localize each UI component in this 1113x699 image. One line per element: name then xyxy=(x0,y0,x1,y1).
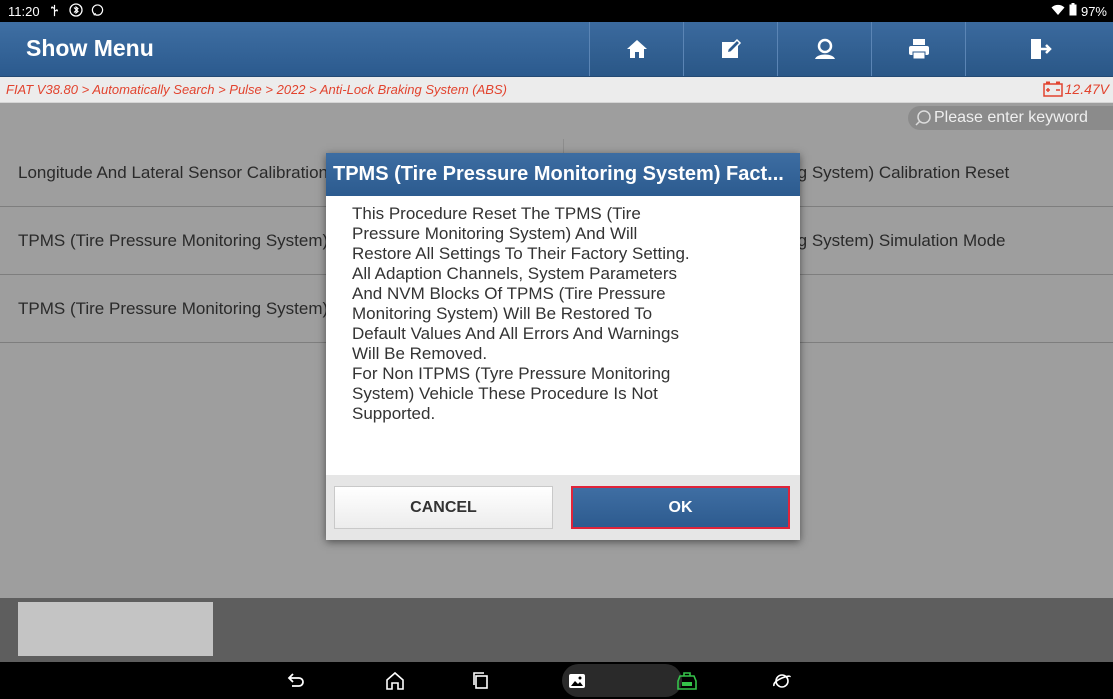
menu-item-label: Longitude And Lateral Sensor Calibration xyxy=(18,162,328,182)
dialog-title: TPMS (Tire Pressure Monitoring System) F… xyxy=(326,153,800,196)
dialog-footer: CANCEL OK xyxy=(326,475,800,540)
home-icon xyxy=(386,671,404,690)
dialog-line: For Non ITPMS (Tyre Pressure Monitoring xyxy=(352,364,671,383)
search-row: Please enter keyword xyxy=(0,103,1113,133)
system-nav-bar xyxy=(0,662,1113,699)
dialog-line: Pressure Monitoring System) And Will xyxy=(352,224,638,243)
user-button[interactable] xyxy=(777,22,873,76)
vci-icon xyxy=(677,671,697,690)
car-battery-icon xyxy=(1042,81,1063,97)
edit-report-button[interactable] xyxy=(683,22,779,76)
dialog-line: Restore All Settings To Their Factory Se… xyxy=(352,244,690,263)
voltage-display: 12.47V xyxy=(1042,81,1109,97)
dialog-line: And NVM Blocks Of TPMS (Tire Pressure xyxy=(352,284,666,303)
voltage-value: 12.47V xyxy=(1064,81,1109,97)
dialog-line: System) Vehicle These Procedure Is Not xyxy=(352,384,658,403)
browser-icon xyxy=(773,673,791,688)
ok-button[interactable]: OK xyxy=(571,486,790,529)
usb-debug-icon xyxy=(48,4,61,20)
gallery-icon xyxy=(569,673,585,688)
dialog-line: Supported. xyxy=(352,404,436,423)
user-icon xyxy=(815,38,835,59)
breadcrumb: FIAT V38.80 > Automatically Search > Pul… xyxy=(6,82,507,97)
exit-button[interactable] xyxy=(965,22,1113,76)
nav-back-button[interactable] xyxy=(265,662,325,699)
dialog-body: This Procedure Reset The TPMS (Tire Pres… xyxy=(326,196,800,475)
cancel-button[interactable]: CANCEL xyxy=(334,486,553,529)
page-title: Show Menu xyxy=(26,35,154,61)
back-icon xyxy=(287,672,304,687)
dialog-message: This Procedure Reset The TPMS (Tire Pres… xyxy=(352,204,782,424)
dialog-line: All Adaption Channels, System Parameters xyxy=(352,264,678,283)
nav-home-button[interactable] xyxy=(365,662,425,699)
nav-browser-button[interactable] xyxy=(752,662,812,699)
breadcrumb-bar: FIAT V38.80 > Automatically Search > Pul… xyxy=(0,77,1113,103)
search-input[interactable]: Please enter keyword xyxy=(908,106,1113,130)
confirm-dialog: TPMS (Tire Pressure Monitoring System) F… xyxy=(326,153,800,540)
bluetooth-icon xyxy=(68,3,83,20)
dialog-line: This Procedure Reset The TPMS (Tire xyxy=(352,204,641,223)
dialog-line: Monitoring System) Will Be Restored To xyxy=(352,304,653,323)
dialog-line: Default Values And All Errors And Warnin… xyxy=(352,324,679,343)
nav-gallery-button[interactable] xyxy=(547,662,607,699)
search-placeholder: Please enter keyword xyxy=(934,109,1088,126)
home-button[interactable] xyxy=(589,22,685,76)
battery-icon xyxy=(1069,3,1077,19)
dialog-line: Will Be Removed. xyxy=(352,344,488,363)
status-bar: 11:20 97% xyxy=(0,0,1113,22)
exit-icon xyxy=(1031,39,1052,59)
print-button[interactable] xyxy=(871,22,967,76)
status-time: 11:20 xyxy=(8,4,40,19)
home-icon xyxy=(627,40,647,58)
print-icon xyxy=(909,39,929,60)
nav-recents-button[interactable] xyxy=(451,662,511,699)
battery-level: 97% xyxy=(1080,3,1107,19)
wifi-icon xyxy=(1051,4,1065,19)
bottom-action-button[interactable] xyxy=(18,602,213,656)
search-icon xyxy=(915,110,931,126)
chat-icon xyxy=(91,3,104,20)
nav-vci-button[interactable] xyxy=(657,662,717,699)
header: Show Menu xyxy=(0,22,1113,77)
bottom-action-bar xyxy=(0,598,1113,662)
edit-report-icon xyxy=(722,38,742,58)
recents-icon xyxy=(473,671,488,689)
